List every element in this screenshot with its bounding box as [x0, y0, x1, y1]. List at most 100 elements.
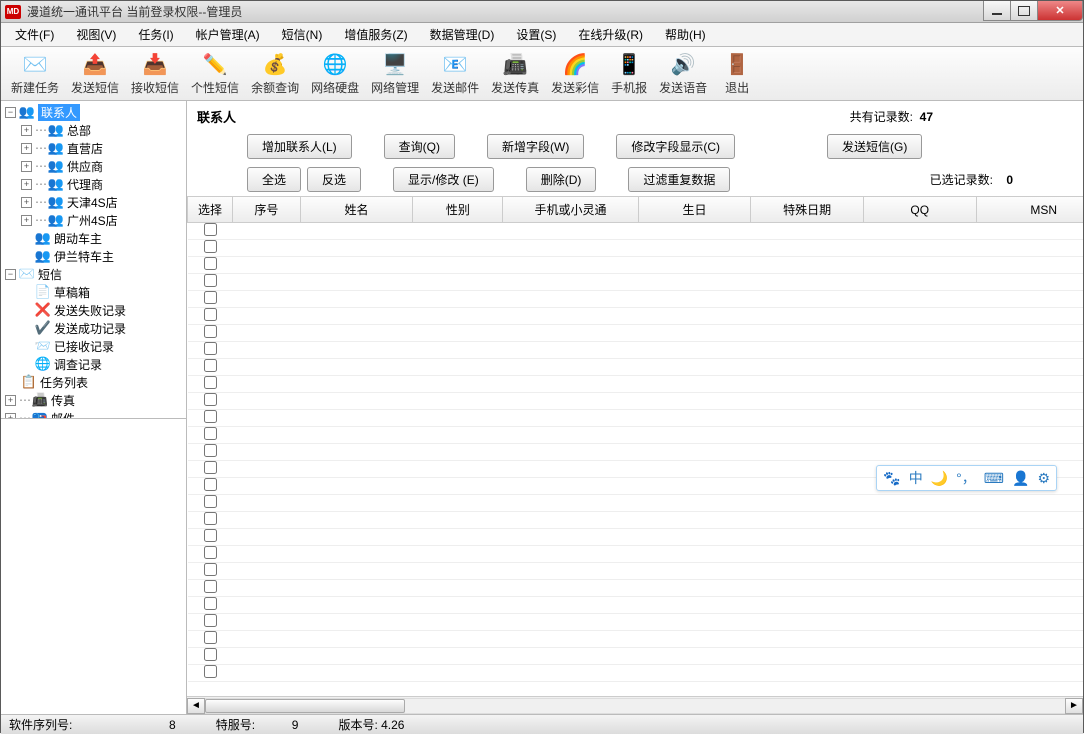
tree-fax[interactable]: + ⋯ 📠 传真 — [1, 391, 186, 409]
ime-lang-indicator[interactable]: 中 — [909, 468, 923, 488]
select-all-button[interactable]: 全选 — [247, 167, 301, 192]
menu-task[interactable]: 任务(I) — [130, 24, 181, 45]
toolbar-退出[interactable]: 🚪退出 — [713, 49, 761, 98]
delete-button[interactable]: 删除(D) — [526, 167, 597, 192]
row-checkbox[interactable] — [204, 597, 217, 610]
collapse-icon[interactable]: − — [5, 269, 16, 280]
tree-item[interactable]: ✔️发送成功记录 — [1, 319, 186, 337]
tree-contacts[interactable]: − 👥 联系人 — [1, 103, 186, 121]
ime-moon-icon[interactable]: 🌙 — [931, 470, 948, 487]
row-checkbox[interactable] — [204, 274, 217, 287]
table-container[interactable]: 选择序号姓名性别手机或小灵通生日特殊日期QQMSNEMail 🐾 中 🌙 °， … — [187, 196, 1083, 696]
table-row[interactable] — [188, 393, 1084, 410]
table-row[interactable] — [188, 597, 1084, 614]
toolbar-发送彩信[interactable]: 🌈发送彩信 — [545, 49, 605, 98]
toolbar-新建任务[interactable]: ✉️新建任务 — [5, 49, 65, 98]
toolbar-网络硬盘[interactable]: 🌐网络硬盘 — [305, 49, 365, 98]
menu-account[interactable]: 帐户管理(A) — [188, 24, 268, 45]
table-row[interactable] — [188, 274, 1084, 291]
table-row[interactable] — [188, 665, 1084, 682]
toolbar-发送短信[interactable]: 📤发送短信 — [65, 49, 125, 98]
collapse-icon[interactable]: − — [5, 107, 16, 118]
menu-view[interactable]: 视图(V) — [68, 24, 124, 45]
tree-item[interactable]: +⋯👥代理商 — [1, 175, 186, 193]
menu-sms[interactable]: 短信(N) — [274, 24, 331, 45]
table-row[interactable] — [188, 291, 1084, 308]
toolbar-发送邮件[interactable]: 📧发送邮件 — [425, 49, 485, 98]
query-button[interactable]: 查询(Q) — [384, 134, 455, 159]
table-row[interactable] — [188, 512, 1084, 529]
expand-icon[interactable]: + — [5, 395, 16, 406]
table-row[interactable] — [188, 495, 1084, 512]
row-checkbox[interactable] — [204, 308, 217, 321]
row-checkbox[interactable] — [204, 223, 217, 236]
menu-settings[interactable]: 设置(S) — [508, 24, 564, 45]
column-header[interactable]: 选择 — [188, 197, 233, 223]
tree-mail[interactable]: + ⋯ 📪 邮件 — [1, 409, 186, 418]
table-row[interactable] — [188, 580, 1084, 597]
scroll-left-arrow[interactable]: ◄ — [187, 698, 205, 714]
row-checkbox[interactable] — [204, 257, 217, 270]
row-checkbox[interactable] — [204, 325, 217, 338]
close-button[interactable] — [1037, 1, 1083, 21]
horizontal-scrollbar[interactable]: ◄ ► — [187, 696, 1083, 714]
table-row[interactable] — [188, 648, 1084, 665]
ime-paw-icon[interactable]: 🐾 — [883, 470, 900, 487]
ime-punct-icon[interactable]: °， — [956, 468, 976, 488]
tree-tasklist[interactable]: 📋 任务列表 — [1, 373, 186, 391]
table-row[interactable] — [188, 410, 1084, 427]
column-header[interactable]: MSN — [976, 197, 1083, 223]
expand-icon[interactable]: + — [21, 143, 32, 154]
scroll-thumb[interactable] — [205, 699, 405, 713]
toolbar-网络管理[interactable]: 🖥️网络管理 — [365, 49, 425, 98]
table-row[interactable] — [188, 359, 1084, 376]
tree-item[interactable]: 📄草稿箱 — [1, 283, 186, 301]
tree-item[interactable]: 🌐调查记录 — [1, 355, 186, 373]
row-checkbox[interactable] — [204, 427, 217, 440]
table-row[interactable] — [188, 631, 1084, 648]
column-header[interactable]: 性别 — [413, 197, 503, 223]
menu-help[interactable]: 帮助(H) — [657, 24, 714, 45]
tree-item[interactable]: +⋯👥直营店 — [1, 139, 186, 157]
menu-data[interactable]: 数据管理(D) — [422, 24, 503, 45]
ime-user-icon[interactable]: 👤 — [1012, 470, 1029, 487]
expand-icon[interactable]: + — [21, 161, 32, 172]
expand-icon[interactable]: + — [21, 179, 32, 190]
edit-field-display-button[interactable]: 修改字段显示(C) — [616, 134, 735, 159]
expand-icon[interactable]: + — [21, 215, 32, 226]
toolbar-手机报[interactable]: 📱手机报 — [605, 49, 653, 98]
column-header[interactable]: 手机或小灵通 — [503, 197, 638, 223]
new-field-button[interactable]: 新增字段(W) — [487, 134, 584, 159]
expand-icon[interactable]: + — [21, 197, 32, 208]
column-header[interactable]: 生日 — [638, 197, 751, 223]
row-checkbox[interactable] — [204, 563, 217, 576]
table-row[interactable] — [188, 223, 1084, 240]
tree-item[interactable]: +⋯👥天津4S店 — [1, 193, 186, 211]
maximize-button[interactable] — [1010, 1, 1038, 21]
invert-selection-button[interactable]: 反选 — [307, 167, 361, 192]
tree-item[interactable]: 👥朗动车主 — [1, 229, 186, 247]
ime-keyboard-icon[interactable]: ⌨ — [984, 470, 1004, 487]
toolbar-接收短信[interactable]: 📥接收短信 — [125, 49, 185, 98]
table-row[interactable] — [188, 427, 1084, 444]
add-contact-button[interactable]: 增加联系人(L) — [247, 134, 352, 159]
menu-file[interactable]: 文件(F) — [7, 24, 62, 45]
table-row[interactable] — [188, 257, 1084, 274]
row-checkbox[interactable] — [204, 291, 217, 304]
toolbar-余额查询[interactable]: 💰余额查询 — [245, 49, 305, 98]
row-checkbox[interactable] — [204, 342, 217, 355]
table-row[interactable] — [188, 342, 1084, 359]
table-row[interactable] — [188, 240, 1084, 257]
table-row[interactable] — [188, 563, 1084, 580]
row-checkbox[interactable] — [204, 376, 217, 389]
table-row[interactable] — [188, 325, 1084, 342]
row-checkbox[interactable] — [204, 529, 217, 542]
minimize-button[interactable] — [983, 1, 1011, 21]
tree-item[interactable]: ❌发送失败记录 — [1, 301, 186, 319]
tree-item[interactable]: 👥伊兰特车主 — [1, 247, 186, 265]
toolbar-发送语音[interactable]: 🔊发送语音 — [653, 49, 713, 98]
column-header[interactable]: 特殊日期 — [751, 197, 864, 223]
column-header[interactable]: QQ — [863, 197, 976, 223]
tree-view[interactable]: − 👥 联系人 +⋯👥总部+⋯👥直营店+⋯👥供应商+⋯👥代理商+⋯👥天津4S店+… — [1, 101, 186, 418]
row-checkbox[interactable] — [204, 512, 217, 525]
